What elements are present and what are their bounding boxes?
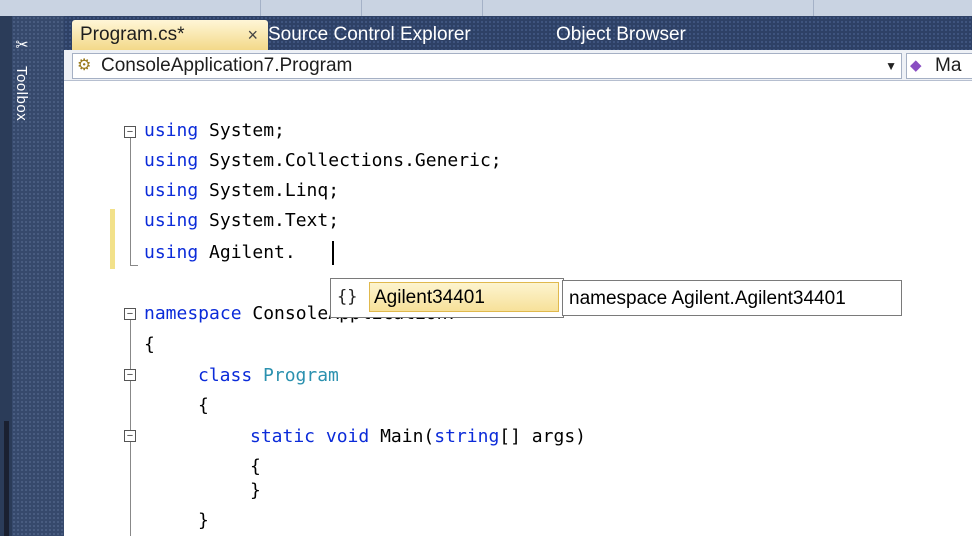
tab-object-browser[interactable]: Object Browser	[548, 20, 694, 50]
fold-guide	[130, 442, 131, 536]
fold-guide	[130, 138, 131, 266]
code-editor[interactable]: − − − − using System; using System.Colle…	[64, 81, 972, 536]
toolbox-icon: ✂	[15, 37, 29, 54]
code-line: }	[198, 510, 209, 531]
tab-label: Source Control Explorer	[268, 24, 471, 45]
code-line: {	[144, 334, 155, 355]
intellisense-item-selected[interactable]: Agilent34401	[369, 282, 559, 312]
namespace-icon: {}	[337, 287, 358, 307]
intellisense-list[interactable]: {} Agilent34401	[330, 278, 564, 318]
code-line: using System.Collections.Generic;	[144, 150, 502, 171]
code-line: using System.Linq;	[144, 180, 340, 201]
toolbox-panel: ✂ Toolbox	[12, 16, 64, 536]
member-dropdown[interactable]: ◆ Ma	[906, 53, 972, 79]
navigation-bar: ⚙ ConsoleApplication7.Program ▼ ◆ Ma	[64, 50, 972, 81]
fold-toggle[interactable]: −	[124, 369, 136, 381]
tab-program-cs[interactable]: Program.cs* ×	[72, 20, 268, 50]
intellisense-tooltip: namespace Agilent.Agilent34401	[562, 280, 902, 316]
code-line: static void Main(string[] args)	[250, 426, 586, 447]
code-line: class Program	[198, 365, 339, 386]
code-line: using System;	[144, 120, 285, 141]
fold-toggle[interactable]: −	[124, 308, 136, 320]
close-icon[interactable]: ×	[247, 20, 258, 50]
toolbox-tab[interactable]: ✂ Toolbox	[2, 36, 42, 160]
text-caret	[332, 241, 334, 265]
tab-label: Object Browser	[556, 24, 686, 45]
editor-gutter	[64, 81, 104, 536]
toolbar-segment	[0, 0, 261, 16]
toolbox-label: Toolbox	[13, 66, 30, 122]
method-icon: ◆	[910, 57, 922, 74]
chevron-down-icon[interactable]: ▼	[885, 54, 897, 78]
toolbar-segment	[261, 0, 362, 16]
change-tracking-bar	[110, 209, 115, 269]
tab-label: Program.cs*	[80, 24, 185, 45]
toolbar-segment	[483, 0, 814, 16]
fold-guide-end	[130, 265, 138, 266]
member-dropdown-value: Ma	[935, 55, 962, 76]
type-dropdown[interactable]: ⚙ ConsoleApplication7.Program ▼	[72, 53, 902, 79]
code-line-current: using Agilent.	[144, 242, 296, 263]
code-line: {	[198, 395, 209, 416]
fold-toggle[interactable]: −	[124, 126, 136, 138]
top-toolbar-strip	[0, 0, 972, 17]
document-tab-strip: Program.cs* × Source Control Explorer Ob…	[64, 16, 972, 50]
code-line: using System.Text;	[144, 210, 340, 231]
type-dropdown-value: ConsoleApplication7.Program	[101, 55, 353, 76]
class-icon: ⚙	[77, 57, 92, 74]
tab-source-control-explorer[interactable]: Source Control Explorer	[260, 20, 479, 50]
toolbar-segment	[362, 0, 483, 16]
code-line: }	[250, 480, 261, 501]
fold-toggle[interactable]: −	[124, 430, 136, 442]
